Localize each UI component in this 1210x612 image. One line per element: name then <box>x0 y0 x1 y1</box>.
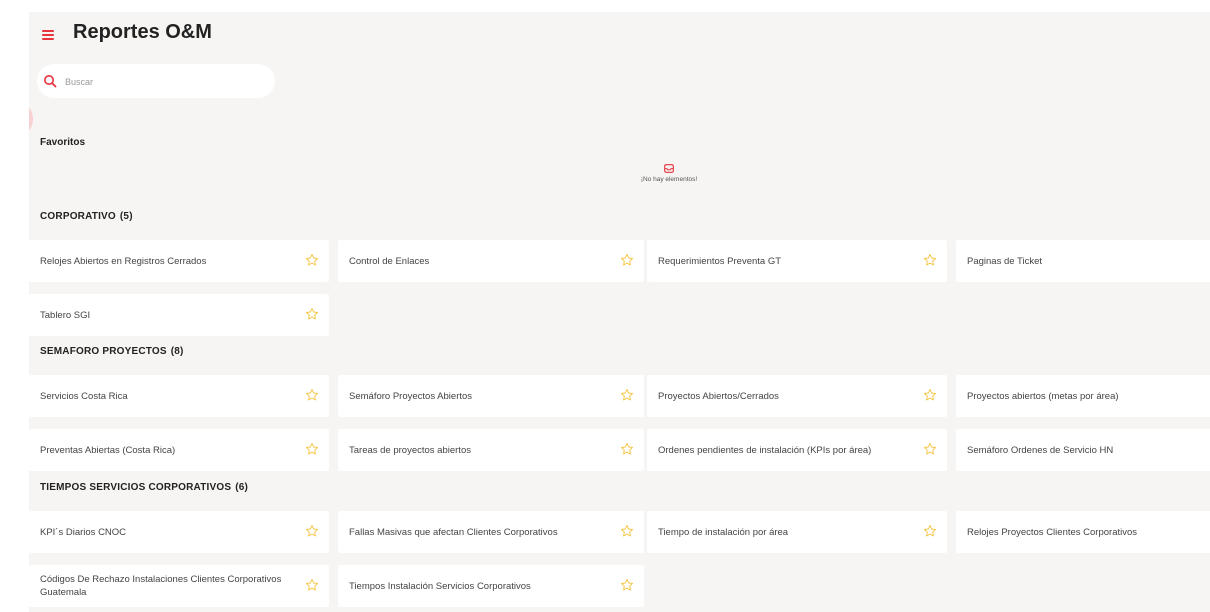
favorite-star-icon[interactable] <box>923 253 937 267</box>
favorite-star-icon[interactable] <box>923 524 937 538</box>
group-title: CORPORATIVO (5) <box>40 211 133 222</box>
favorite-star-icon[interactable] <box>620 388 634 402</box>
report-card-label: Relojes Abiertos en Registros Cerrados <box>40 255 207 267</box>
report-card-label: Proyectos Abiertos/Cerrados <box>658 390 779 402</box>
favorite-star-icon[interactable] <box>305 388 319 402</box>
favorite-star-icon[interactable] <box>620 524 634 538</box>
report-card-label: Tablero SGI <box>40 309 91 321</box>
report-card[interactable]: Códigos De Rechazo Instalaciones Cliente… <box>29 565 329 607</box>
favorites-empty-state: ¡No hay elementos! <box>569 164 769 183</box>
page-title: Reportes O&M <box>73 21 212 43</box>
group-name: SEMAFORO PROYECTOS <box>40 346 167 357</box>
favorites-title: Favoritos <box>40 137 86 148</box>
search-input[interactable] <box>63 73 267 91</box>
report-card[interactable]: Tablero SGI <box>29 294 329 336</box>
report-card[interactable]: Relojes Proyectos Clientes Corporativos <box>956 511 1210 553</box>
favorite-star-icon[interactable] <box>305 442 319 456</box>
report-card-label: Relojes Proyectos Clientes Corporativos <box>967 526 1138 538</box>
favorite-star-icon[interactable] <box>305 524 319 538</box>
side-handle[interactable] <box>29 106 33 132</box>
group-name: TIEMPOS SERVICIOS CORPORATIVOS <box>40 482 232 493</box>
report-card-label: Control de Enlaces <box>349 255 430 267</box>
report-card[interactable]: Tiempo de instalación por área <box>647 511 947 553</box>
inbox-icon <box>664 164 674 173</box>
favorite-star-icon[interactable] <box>620 442 634 456</box>
group-title: TIEMPOS SERVICIOS CORPORATIVOS (6) <box>40 482 248 493</box>
report-card[interactable]: Tareas de proyectos abiertos <box>338 429 644 471</box>
report-card[interactable]: Ordenes pendientes de instalación (KPIs … <box>647 429 947 471</box>
report-card-label: Códigos De Rechazo Instalaciones Cliente… <box>40 574 282 598</box>
report-card-label: Preventas Abiertas (Costa Rica) <box>40 444 176 456</box>
report-card-label: Ordenes pendientes de instalación (KPIs … <box>658 444 872 456</box>
group-title: SEMAFORO PROYECTOS (8) <box>40 346 184 357</box>
favorite-star-icon[interactable] <box>305 253 319 267</box>
report-card-label: Tiempos Instalación Servicios Corporativ… <box>349 580 531 592</box>
report-card[interactable]: Tiempos Instalación Servicios Corporativ… <box>338 565 644 607</box>
search-icon <box>44 75 57 88</box>
report-card[interactable]: Semáforo Proyectos Abiertos <box>338 375 644 417</box>
favorite-star-icon[interactable] <box>923 388 937 402</box>
favorite-star-icon[interactable] <box>620 253 634 267</box>
report-card[interactable]: KPI´s Diarios CNOC <box>29 511 329 553</box>
favorite-star-icon[interactable] <box>305 578 319 592</box>
report-card-label: Semáforo Proyectos Abiertos <box>349 390 473 402</box>
report-card[interactable]: Semáforo Ordenes de Servicio HN <box>956 429 1210 471</box>
report-card[interactable]: Relojes Abiertos en Registros Cerrados <box>29 240 329 282</box>
report-card[interactable]: Servicios Costa Rica <box>29 375 329 417</box>
report-card-label: Tareas de proyectos abiertos <box>349 444 471 456</box>
favorite-star-icon[interactable] <box>305 307 319 321</box>
report-card-label: Semáforo Ordenes de Servicio HN <box>967 444 1114 456</box>
report-card-label: Servicios Costa Rica <box>40 390 128 402</box>
report-card-label: Proyectos abiertos (metas por área) <box>967 390 1119 402</box>
group-count: (8) <box>170 346 184 357</box>
report-card-label: Tiempo de instalación por área <box>658 526 789 538</box>
report-card[interactable]: Proyectos abiertos (metas por área) <box>956 375 1210 417</box>
report-card[interactable]: Fallas Masivas que afectan Clientes Corp… <box>338 511 644 553</box>
report-card[interactable]: Requerimientos Preventa GT <box>647 240 947 282</box>
group-name: CORPORATIVO <box>40 211 116 222</box>
group-count: (5) <box>119 211 133 222</box>
favorite-star-icon[interactable] <box>620 578 634 592</box>
report-card-label: Paginas de Ticket <box>967 255 1042 267</box>
report-card[interactable]: Preventas Abiertas (Costa Rica) <box>29 429 329 471</box>
report-card-label: Fallas Masivas que afectan Clientes Corp… <box>349 526 558 538</box>
reports-page: Reportes O&M Favoritos ¡No hay elementos… <box>29 12 1210 612</box>
menu-icon[interactable] <box>42 30 54 40</box>
empty-message: ¡No hay elementos! <box>640 176 698 183</box>
report-card[interactable]: Proyectos Abiertos/Cerrados <box>647 375 947 417</box>
group-count: (6) <box>235 482 249 493</box>
search-box[interactable] <box>37 64 275 98</box>
report-card[interactable]: Paginas de Ticket <box>956 240 1210 282</box>
report-card-label: KPI´s Diarios CNOC <box>40 526 127 538</box>
header: Reportes O&M <box>29 12 1210 56</box>
report-card-label: Requerimientos Preventa GT <box>658 255 782 267</box>
report-card[interactable]: Control de Enlaces <box>338 240 644 282</box>
favorite-star-icon[interactable] <box>923 442 937 456</box>
